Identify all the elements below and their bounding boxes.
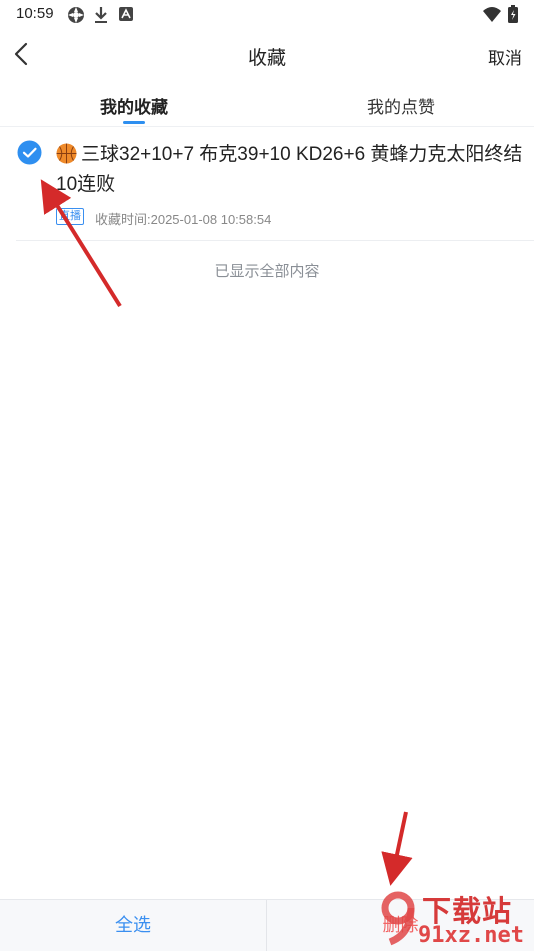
watermark-9-icon [381, 891, 415, 946]
page-title: 收藏 [247, 48, 286, 69]
item-title[interactable]: 三球32+10+7 布克39+10 KD26+6 黄蜂力克太阳终结10连败 [56, 140, 526, 200]
status-time: 10:59 [16, 5, 54, 22]
checkbox-checked-icon[interactable] [17, 140, 42, 165]
divider [16, 240, 534, 241]
select-all-button[interactable]: 全选 [0, 900, 266, 951]
app-a-icon [119, 7, 133, 21]
status-bar: 10:59 [0, 0, 534, 28]
cancel-button[interactable]: 取消 [488, 44, 522, 69]
favorite-time: 收藏时间:2025-01-08 10:58:54 [95, 212, 272, 227]
watermark-logo: 下载站 91xz.net [378, 886, 534, 950]
wifi-icon [483, 7, 501, 22]
tab-my-likes[interactable]: 我的点赞 [367, 93, 435, 118]
live-tag: 直播 [56, 208, 84, 225]
end-of-list-hint: 已显示全部内容 [214, 263, 320, 280]
tab-my-favorites[interactable]: 我的收藏 [100, 93, 168, 118]
gamepad-icon [68, 7, 84, 23]
active-tab-indicator [123, 121, 145, 124]
arrow-to-delete-button [381, 811, 413, 886]
download-icon [95, 7, 107, 23]
battery-icon [508, 5, 518, 23]
list-item[interactable]: 三球32+10+7 布克39+10 KD26+6 黄蜂力克太阳终结10连败 直播… [0, 128, 534, 240]
watermark-url: 91xz.net [418, 923, 524, 948]
tab-bar: 我的收藏 我的点赞 [0, 80, 534, 127]
nav-bar: 收藏 取消 [0, 28, 534, 80]
